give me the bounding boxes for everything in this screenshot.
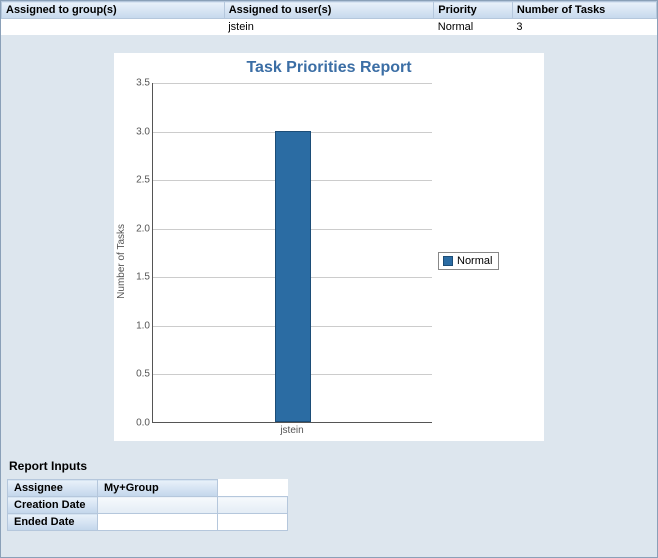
chart-y-tick-label: 3.0 [126, 126, 150, 137]
chart-y-tick-label: 2.0 [126, 223, 150, 234]
chart-y-ticks: 0.00.51.01.52.02.53.03.5 [128, 83, 152, 423]
table-header-row: Assigned to group(s) Assigned to user(s)… [2, 2, 657, 19]
cell-group [2, 19, 225, 36]
chart-x-ticks: jstein [152, 423, 432, 439]
legend-label: Normal [457, 255, 492, 267]
report-inputs-table: Assignee My+Group Creation Date Ended Da… [7, 479, 288, 531]
cell-count: 3 [512, 19, 656, 36]
chart-panel: Task Priorities Report Number of Tasks 0… [114, 53, 544, 441]
chart-y-tick-label: 0.0 [126, 418, 150, 429]
legend-swatch [443, 256, 453, 266]
chart-y-tick-label: 3.5 [126, 78, 150, 89]
col-priority[interactable]: Priority [434, 2, 513, 19]
input-cell[interactable] [98, 514, 218, 531]
input-label-assignee: Assignee [8, 480, 98, 497]
input-label-creation-date: Creation Date [8, 497, 98, 514]
tasks-table: Assigned to group(s) Assigned to user(s)… [1, 1, 657, 35]
input-value-assignee: My+Group [98, 480, 218, 497]
chart-y-tick-label: 1.0 [126, 320, 150, 331]
chart-gridline [153, 83, 432, 84]
col-assigned-group[interactable]: Assigned to group(s) [2, 2, 225, 19]
col-assigned-user[interactable]: Assigned to user(s) [224, 2, 434, 19]
input-cell[interactable] [218, 514, 288, 531]
chart-plot-area [152, 83, 432, 423]
input-cell[interactable] [98, 497, 218, 514]
input-cell[interactable] [218, 497, 288, 514]
chart-x-tick-label: jstein [280, 425, 303, 436]
report-inputs-heading: Report Inputs [9, 459, 657, 473]
cell-priority: Normal [434, 19, 513, 36]
col-number-of-tasks[interactable]: Number of Tasks [512, 2, 656, 19]
table-row[interactable]: jstein Normal 3 [2, 19, 657, 36]
input-row-assignee: Assignee My+Group [8, 480, 288, 497]
cell-user: jstein [224, 19, 434, 36]
input-row-ended-date: Ended Date [8, 514, 288, 531]
chart-y-tick-label: 1.5 [126, 272, 150, 283]
chart-bar [275, 131, 311, 422]
chart-legend: Normal [438, 252, 499, 270]
input-label-ended-date: Ended Date [8, 514, 98, 531]
chart-y-tick-label: 2.5 [126, 175, 150, 186]
chart-y-tick-label: 0.5 [126, 369, 150, 380]
chart-y-axis-label: Number of Tasks [116, 224, 127, 299]
input-row-creation-date: Creation Date [8, 497, 288, 514]
chart-title: Task Priorities Report [114, 59, 544, 77]
